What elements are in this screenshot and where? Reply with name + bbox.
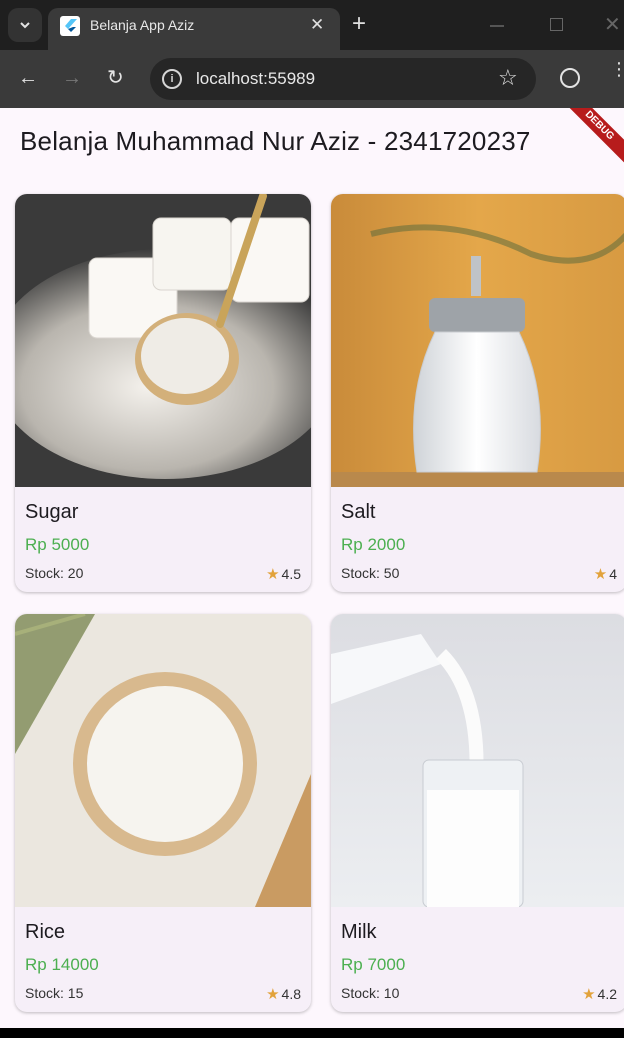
browser-tabbar: Belanja App Aziz ✕ + ✕ <box>0 0 624 50</box>
browser-tab[interactable]: Belanja App Aziz ✕ <box>48 8 340 50</box>
more-menu-icon[interactable]: ⋮ <box>610 60 624 78</box>
flutter-favicon-icon <box>60 16 80 36</box>
product-name: Salt <box>341 501 376 523</box>
minimize-icon[interactable] <box>490 25 504 27</box>
star-icon: ★ <box>266 566 280 583</box>
star-icon: ★ <box>266 986 280 1003</box>
sugar-image <box>15 194 311 487</box>
product-price: Rp 14000 <box>25 955 99 974</box>
product-stock: Stock: 50 <box>341 565 400 581</box>
product-price: Rp 2000 <box>341 535 406 554</box>
product-stock: Stock: 10 <box>341 985 400 1001</box>
page-title: Belanja Muhammad Nur Aziz - 2341720237 <box>20 126 531 156</box>
address-bar[interactable]: i localhost:55989 ☆ <box>150 58 536 100</box>
forward-arrow-icon[interactable]: → <box>62 66 82 90</box>
product-price: Rp 5000 <box>25 535 90 554</box>
new-tab-icon[interactable]: + <box>352 10 366 38</box>
product-rating: ★ 4.5 <box>266 566 301 583</box>
tab-search-button[interactable] <box>8 8 42 42</box>
app-viewport: Belanja Muhammad Nur Aziz - 2341720237 D… <box>0 108 624 1028</box>
product-card-rice[interactable]: Rice Rp 14000 Stock: 15 ★ 4.8 <box>15 614 311 1012</box>
rice-image <box>15 614 311 907</box>
product-name: Milk <box>341 921 377 943</box>
product-name: Sugar <box>25 501 79 523</box>
maximize-icon[interactable] <box>550 18 563 31</box>
profile-icon[interactable] <box>560 68 580 88</box>
product-name: Rice <box>25 921 66 943</box>
product-card-sugar[interactable]: Sugar Rp 5000 Stock: 20 ★ 4.5 <box>15 194 311 592</box>
close-tab-icon[interactable]: ✕ <box>310 14 324 36</box>
star-icon: ★ <box>582 986 596 1003</box>
product-stock: Stock: 20 <box>25 565 84 581</box>
site-info-icon[interactable]: i <box>162 69 182 89</box>
chevron-down-icon <box>20 22 30 29</box>
bookmark-star-icon[interactable]: ☆ <box>498 65 518 91</box>
tab-title: Belanja App Aziz <box>90 17 195 33</box>
salt-image <box>331 194 624 487</box>
product-card-milk[interactable]: Milk Rp 7000 Stock: 10 ★ 4.2 <box>331 614 624 1012</box>
back-arrow-icon[interactable]: ← <box>18 66 38 90</box>
product-rating: ★ 4.2 <box>582 986 617 1003</box>
product-rating: ★ 4 <box>593 566 617 583</box>
browser-toolbar: ← → ↻ i localhost:55989 ☆ ⋮ <box>0 50 624 108</box>
product-card-salt[interactable]: Salt Rp 2000 Stock: 50 ★ 4 <box>331 194 624 592</box>
product-rating: ★ 4.8 <box>266 986 301 1003</box>
product-stock: Stock: 15 <box>25 985 84 1001</box>
url-text[interactable]: localhost:55989 <box>196 69 315 89</box>
star-icon: ★ <box>593 566 608 583</box>
milk-image <box>331 614 624 907</box>
window-close-icon[interactable]: ✕ <box>604 12 621 37</box>
product-price: Rp 7000 <box>341 955 406 974</box>
debug-banner: DEBUG <box>554 108 624 171</box>
bottom-strip <box>0 1028 624 1038</box>
reload-icon[interactable]: ↻ <box>107 66 124 90</box>
